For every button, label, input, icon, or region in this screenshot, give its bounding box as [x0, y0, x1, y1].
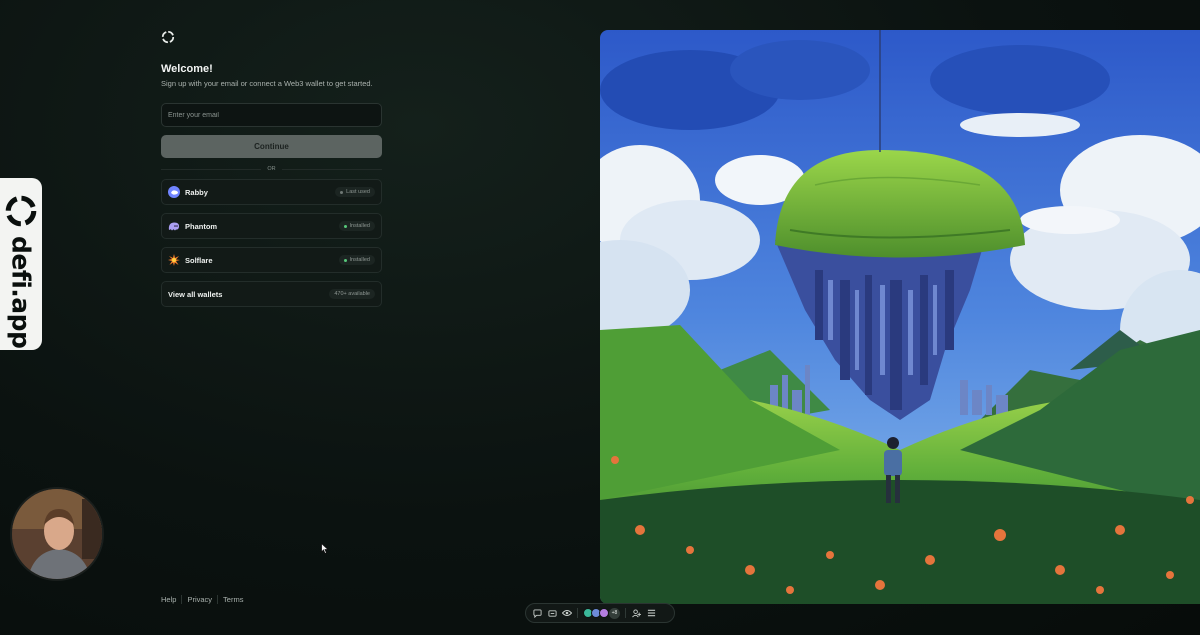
defi-logo-icon: [161, 30, 175, 44]
chat-icon[interactable]: [532, 608, 542, 618]
wallet-option-solflare[interactable]: Solflare Installed: [161, 247, 382, 273]
page-title: Welcome!: [161, 63, 213, 75]
brand-tab: defi.app: [0, 178, 42, 350]
hero-artwork: [600, 30, 1200, 604]
email-field[interactable]: [161, 103, 382, 127]
eye-icon[interactable]: [562, 608, 572, 618]
brand-wordmark: defi.app: [6, 236, 36, 349]
wallet-option-phantom[interactable]: Phantom Installed: [161, 213, 382, 239]
footer-links: Help Privacy Terms: [161, 595, 248, 604]
help-link[interactable]: Help: [161, 595, 181, 604]
menu-icon[interactable]: [646, 608, 656, 618]
wallet-status-badge: Last used: [335, 187, 375, 197]
page-subtitle: Sign up with your email or connect a Web…: [161, 79, 373, 88]
more-avatars-count[interactable]: +8: [609, 607, 620, 619]
wallet-status-badge: Installed: [338, 255, 375, 265]
view-all-wallets-button[interactable]: View all wallets 470+ available: [161, 281, 382, 307]
view-all-wallets-label: View all wallets: [168, 289, 223, 299]
login-panel: Welcome! Sign up with your email or conn…: [161, 30, 382, 315]
continue-button[interactable]: Continue: [161, 135, 382, 158]
wallet-name: Solflare: [185, 255, 213, 265]
webcam-overlay: [10, 487, 104, 581]
solflare-icon: [168, 254, 180, 266]
terms-link[interactable]: Terms: [217, 595, 248, 604]
or-divider: OR: [161, 166, 382, 172]
wallet-name: Phantom: [185, 221, 218, 231]
floating-toolbar: +8: [525, 603, 675, 623]
rabby-icon: [168, 186, 180, 198]
screen-icon[interactable]: [547, 608, 557, 618]
wallet-option-rabby[interactable]: Rabby Last used: [161, 179, 382, 205]
wallet-status-badge: Installed: [338, 221, 375, 231]
mouse-cursor-icon: [321, 543, 329, 554]
avatar[interactable]: [599, 608, 609, 618]
wallets-available-badge: 470+ available: [329, 289, 375, 299]
phantom-icon: [168, 220, 180, 232]
privacy-link[interactable]: Privacy: [181, 595, 217, 604]
user-add-icon[interactable]: [631, 608, 641, 618]
wallet-name: Rabby: [185, 187, 208, 197]
defi-logo-icon: [5, 195, 37, 227]
or-label: OR: [267, 166, 276, 172]
